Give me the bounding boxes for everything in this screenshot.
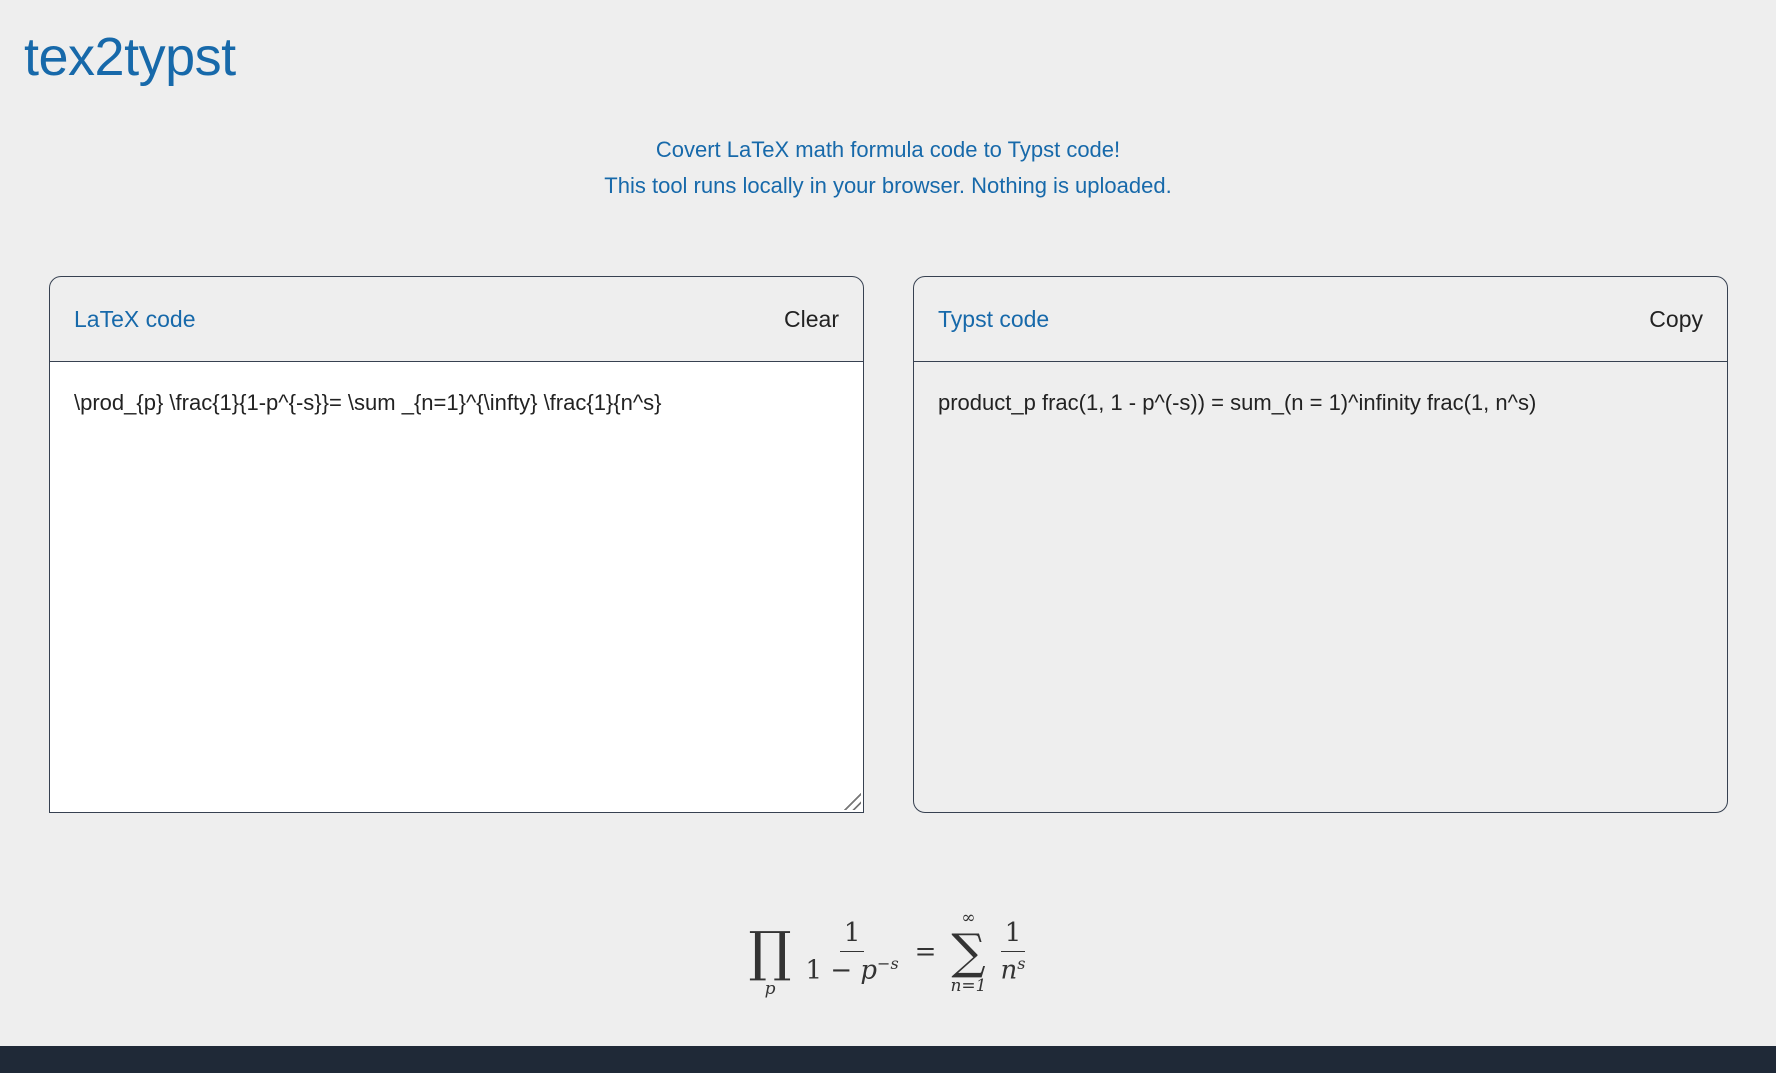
den1-exponent: −s — [877, 953, 899, 973]
typst-output: product_p frac(1, 1 - p^(-s)) = sum_(n =… — [938, 390, 1537, 415]
typst-panel-label: Typst code — [938, 305, 1050, 332]
typst-panel: Typst code Copy product_p frac(1, 1 - p^… — [913, 276, 1728, 813]
den2-n: n — [1000, 955, 1018, 986]
intro-line-1: Covert LaTeX math formula code to Typst … — [655, 137, 1121, 162]
app-title: tex2typst — [24, 27, 236, 87]
product-subscript: p — [764, 979, 776, 999]
sum-symbol: ∑ — [951, 924, 986, 980]
den1-p: p — [860, 955, 878, 986]
numerator-1: 1 — [839, 917, 865, 952]
footer — [0, 1046, 1776, 1073]
latex-panel-label: LaTeX code — [74, 305, 196, 332]
formula-preview: x ∏ p 1 1 − p−s = ∞ ∑ n=1 1 ns — [0, 905, 1776, 999]
latex-panel: LaTeX code Clear \prod_{p} \frac{1}{1-p^… — [49, 276, 864, 813]
clear-button[interactable]: Clear — [784, 306, 839, 333]
sum-operator: ∞ ∑ n=1 — [950, 908, 986, 996]
fraction-2: 1 ns — [996, 917, 1029, 987]
numerator-2: 1 — [1000, 917, 1026, 952]
denominator-2: ns — [996, 952, 1029, 987]
product-symbol: ∏ — [748, 920, 792, 983]
latex-panel-header: LaTeX code Clear — [50, 277, 863, 362]
den1-text: 1 − — [805, 955, 861, 986]
denominator-1: 1 − p−s — [802, 952, 903, 987]
equals-sign: = — [914, 937, 937, 967]
intro-line-2: This tool runs locally in your browser. … — [604, 173, 1172, 198]
product-operator: x ∏ p — [748, 905, 792, 1000]
latex-input[interactable]: \prod_{p} \frac{1}{1-p^{-s}}= \sum _{n=1… — [50, 362, 863, 812]
den2-exponent: s — [1017, 953, 1026, 973]
sum-subscript: n=1 — [950, 976, 987, 996]
typst-panel-header: Typst code Copy — [914, 277, 1727, 362]
copy-button[interactable]: Copy — [1649, 306, 1703, 333]
fraction-1: 1 1 − p−s — [802, 917, 903, 987]
